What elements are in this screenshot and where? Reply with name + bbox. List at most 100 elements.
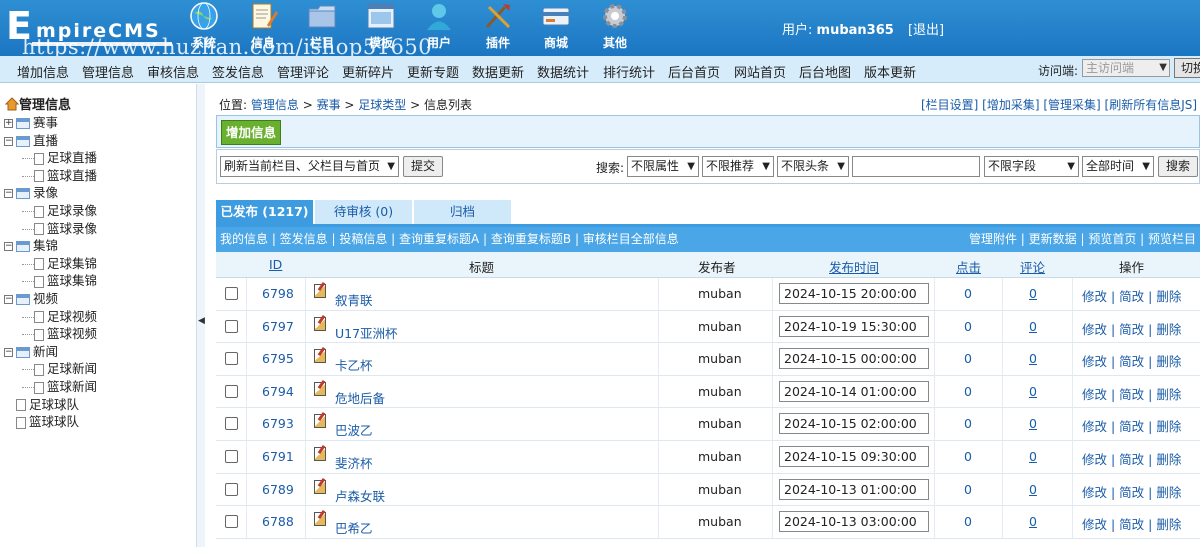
column-links[interactable]: [栏目设置] [增加采集] [管理采集] [刷新所有信息JS] [921, 96, 1197, 113]
tree-item[interactable]: − 视频 [4, 288, 58, 306]
headline-select[interactable]: 不限头条 ▼ [777, 156, 849, 177]
search-button[interactable]: 搜索 [1158, 156, 1198, 177]
tab-pending[interactable]: 待审核 (0) [315, 200, 412, 225]
tree-item[interactable]: 篮球球队 [4, 411, 79, 429]
add-info-button[interactable]: 增加信息 [221, 120, 281, 145]
edit-document-icon[interactable] [314, 414, 326, 429]
col-clicks[interactable]: 点击 [956, 257, 981, 276]
row-comments-link[interactable]: 0 [1029, 319, 1037, 334]
row-checkbox[interactable] [225, 450, 238, 463]
menu-version-update[interactable]: 版本更新 [864, 62, 916, 81]
recommend-select[interactable]: 不限推荐 ▼ [702, 156, 774, 177]
row-clicks[interactable]: 0 [964, 482, 972, 497]
row-checkbox[interactable] [225, 515, 238, 529]
row-operations[interactable]: 修改 | 简改 | 删除 [1082, 384, 1181, 403]
row-comments-link[interactable]: 0 [1029, 286, 1037, 301]
tab-archive[interactable]: 归档 [414, 200, 511, 225]
publish-time-input[interactable]: 2024-10-19 15:30:00 [779, 315, 929, 337]
row-operations[interactable]: 修改 | 简改 | 删除 [1082, 319, 1181, 338]
collapse-arrow-icon[interactable]: ◀ [198, 316, 205, 326]
row-checkbox[interactable] [225, 287, 238, 300]
tree-item[interactable]: 篮球直播 [22, 165, 97, 183]
attr-select[interactable]: 不限属性 ▼ [627, 156, 699, 177]
row-operations[interactable]: 修改 | 简改 | 删除 [1082, 514, 1181, 533]
row-id-link[interactable]: 6795 [262, 351, 294, 366]
tree-item[interactable]: 篮球录像 [22, 218, 97, 236]
row-id-link[interactable]: 6791 [262, 449, 294, 464]
menu-data-stats[interactable]: 数据统计 [537, 62, 589, 81]
row-comments-link[interactable]: 0 [1029, 449, 1037, 464]
collapse-icon[interactable]: − [4, 242, 13, 252]
tab-published[interactable]: 已发布 (1217) [216, 200, 313, 225]
tree-item[interactable]: − 新闻 [4, 341, 58, 359]
edit-document-icon[interactable] [314, 316, 326, 331]
row-title-link[interactable]: 斐济杯 [335, 453, 373, 472]
collapse-icon[interactable]: − [4, 295, 13, 304]
row-checkbox[interactable] [225, 417, 238, 431]
nav-other[interactable]: 其他 [589, 0, 641, 56]
row-title-link[interactable]: 巴希乙 [335, 518, 373, 537]
row-title-link[interactable]: 卡乙杯 [335, 355, 373, 374]
menu-admin-map[interactable]: 后台地图 [799, 62, 851, 81]
submit-button[interactable]: 提交 [403, 156, 443, 177]
logout-link[interactable]: [退出] [908, 23, 944, 38]
edit-document-icon[interactable] [314, 479, 326, 494]
row-checkbox[interactable] [225, 352, 238, 366]
col-id[interactable]: ID [269, 257, 282, 272]
refresh-select[interactable]: 刷新当前栏目、父栏目与首页 ▼ [220, 156, 399, 177]
row-id-link[interactable]: 6798 [262, 286, 294, 301]
edit-document-icon[interactable] [314, 349, 326, 364]
menu-manage-info[interactable]: 管理信息 [82, 62, 134, 81]
tree-item[interactable]: 足球视频 [22, 306, 97, 324]
tree-item[interactable]: − 录像 [4, 182, 58, 200]
row-comments-link[interactable]: 0 [1029, 351, 1037, 366]
switch-button[interactable]: 切换 [1174, 58, 1200, 78]
publish-time-input[interactable]: 2024-10-15 02:00:00 [779, 413, 929, 435]
search-input[interactable] [852, 156, 980, 177]
time-select[interactable]: 全部时间 ▼ [1082, 156, 1154, 177]
visit-select[interactable]: 主访问端 ▼ [1082, 59, 1170, 77]
row-clicks[interactable]: 0 [964, 319, 972, 334]
menu-rank-stats[interactable]: 排行统计 [603, 62, 655, 81]
edit-document-icon[interactable] [314, 447, 326, 461]
row-operations[interactable]: 修改 | 简改 | 删除 [1082, 286, 1181, 305]
publish-time-input[interactable]: 2024-10-14 01:00:00 [779, 380, 929, 402]
row-checkbox[interactable] [225, 482, 238, 496]
row-id-link[interactable]: 6789 [262, 482, 294, 497]
row-clicks[interactable]: 0 [964, 514, 972, 529]
menu-update-topic[interactable]: 更新专题 [407, 62, 459, 81]
row-comments-link[interactable]: 0 [1029, 416, 1037, 431]
row-comments-link[interactable]: 0 [1029, 482, 1037, 497]
collapse-icon[interactable]: − [4, 136, 13, 146]
edit-document-icon[interactable] [314, 381, 326, 396]
row-operations[interactable]: 修改 | 简改 | 删除 [1082, 416, 1181, 435]
row-checkbox[interactable] [225, 319, 238, 333]
collapse-icon[interactable]: − [4, 347, 13, 357]
menu-update-fragment[interactable]: 更新碎片 [342, 62, 394, 81]
tree-item[interactable]: 足球录像 [22, 200, 97, 218]
row-comments-link[interactable]: 0 [1029, 384, 1037, 399]
row-id-link[interactable]: 6794 [262, 384, 294, 399]
row-comments-link[interactable]: 0 [1029, 514, 1037, 529]
row-title-link[interactable]: 卢森女联 [335, 486, 385, 505]
row-id-link[interactable]: 6797 [262, 319, 294, 334]
nav-shop[interactable]: 商城 [530, 0, 582, 56]
col-comments[interactable]: 评论 [1020, 257, 1045, 276]
menu-audit-info[interactable]: 审核信息 [147, 62, 199, 81]
row-operations[interactable]: 修改 | 简改 | 删除 [1082, 351, 1181, 370]
menu-admin-home[interactable]: 后台首页 [668, 62, 720, 81]
edit-document-icon[interactable] [314, 284, 326, 298]
tree-item[interactable]: 篮球集锦 [22, 270, 97, 288]
row-id-link[interactable]: 6788 [262, 514, 294, 529]
row-title-link[interactable]: U17亚洲杯 [335, 323, 398, 342]
menu-site-home[interactable]: 网站首页 [734, 62, 786, 81]
row-title-link[interactable]: 叙青联 [335, 290, 373, 309]
breadcrumb-item[interactable]: 赛事 [317, 98, 341, 112]
publish-time-input[interactable]: 2024-10-15 09:30:00 [779, 446, 929, 467]
tree-item[interactable]: 足球新闻 [22, 358, 97, 376]
tree-item[interactable]: 篮球视频 [22, 323, 97, 341]
tree-item[interactable]: 足球集锦 [22, 253, 97, 271]
publish-time-input[interactable]: 2024-10-13 03:00:00 [779, 511, 929, 533]
collapse-icon[interactable]: − [4, 189, 13, 199]
table-links-right[interactable]: 管理附件 | 更新数据 | 预览首页 | 预览栏目 [969, 227, 1196, 251]
